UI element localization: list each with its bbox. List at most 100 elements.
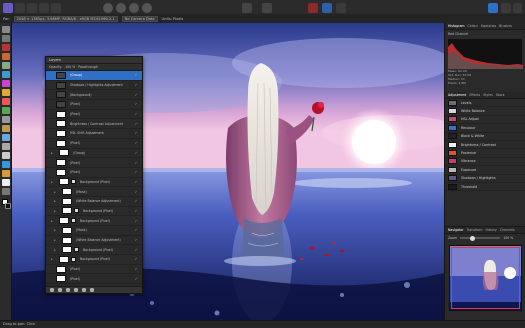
visibility-check-icon[interactable]: ✓ [133,238,139,242]
opacity-value[interactable]: 100 % [65,65,75,69]
tab-colour[interactable]: Colour [468,24,478,28]
adjustment-item[interactable]: Shadows / Highlights [445,175,525,183]
arrange-icon[interactable] [488,3,498,13]
mask-icon[interactable] [308,3,318,13]
layer-row[interactable]: (Background) ✓ [46,90,142,101]
move-tool-icon[interactable] [2,35,10,42]
pen-tool-icon[interactable] [2,143,10,150]
view-mode-icon[interactable] [501,3,511,13]
visibility-check-icon[interactable]: ✓ [133,199,139,203]
layer-row[interactable]: (Pixel) ✓ [46,265,142,275]
secondary-color-swatch[interactable] [5,203,11,209]
selection-brush-icon[interactable] [2,53,10,60]
expand-arrow-icon[interactable]: ▸ [49,151,55,155]
visibility-check-icon[interactable]: ✓ [133,209,139,213]
visibility-check-icon[interactable]: ✓ [133,83,139,87]
live-filter-icon[interactable] [66,288,70,292]
tab-navigator[interactable]: Navigator [448,228,464,232]
app-logo-icon[interactable] [3,3,13,13]
auto-levels-icon[interactable] [103,3,113,13]
flood-select-icon[interactable] [2,62,10,69]
zoom-slider-knob[interactable] [470,235,476,241]
layer-row[interactable]: ▸ Background (Pixel) ✓ [46,216,142,226]
zoom-value[interactable]: 100 % [503,236,513,240]
layer-row[interactable]: (Pixel) ✓ [46,158,142,168]
visibility-check-icon[interactable]: ✓ [133,190,139,194]
visibility-check-icon[interactable]: ✓ [133,267,139,271]
paint-brush-icon[interactable] [2,98,10,105]
expand-arrow-icon[interactable]: ▸ [52,190,58,194]
text-tool-icon[interactable] [2,152,10,159]
adjustment-item[interactable]: Brightness / Contrast [445,141,525,150]
expand-arrow-icon[interactable]: ▸ [52,238,58,242]
visibility-check-icon[interactable]: ✓ [133,151,139,155]
add-pixel-layer-icon[interactable] [82,288,86,292]
dodge-brush-icon[interactable] [2,107,10,114]
tab-stock[interactable]: Stock [496,93,505,97]
visibility-check-icon[interactable]: ✓ [133,170,139,174]
tab-swatches[interactable]: Swatches [481,24,496,28]
persona-photo-icon[interactable] [15,3,25,13]
visibility-check-icon[interactable]: ✓ [133,73,139,77]
layer-row[interactable]: ▸ (Mask) ✓ [46,187,142,197]
tab-brushes[interactable]: Brushes [499,24,512,28]
tab-histogram[interactable]: Histogram [448,24,465,28]
expand-arrow-icon[interactable]: ▸ [49,219,55,223]
tab-channels[interactable]: Channels [500,228,515,232]
expand-arrow-icon[interactable]: ▸ [49,257,55,261]
marquee-tool-icon[interactable] [2,71,10,78]
tab-effects[interactable]: Effects [469,93,480,97]
visibility-check-icon[interactable]: ✓ [133,257,139,261]
persona-liquify-icon[interactable] [27,3,37,13]
layer-row[interactable]: ▸ Background (Pixel) ✓ [46,178,142,188]
visibility-check-icon[interactable]: ✓ [133,180,139,184]
expand-arrow-icon[interactable]: ▸ [52,248,58,252]
view-tool-icon[interactable] [2,26,10,33]
layer-row[interactable]: ▸ Background (Pixel) ✓ [46,255,142,265]
group-layers-icon[interactable] [74,288,78,292]
layer-row[interactable]: (Group) ✓ [46,71,142,81]
tab-history[interactable]: History [485,228,496,232]
visibility-check-icon[interactable]: ✓ [133,161,139,165]
layer-row[interactable]: ▸ Background (Pixel) ✓ [46,207,142,217]
inpainting-brush-icon[interactable] [2,134,10,141]
align-icon[interactable] [262,3,272,13]
expand-arrow-icon[interactable]: ▸ [52,209,58,213]
adjustment-item[interactable]: Exposure [445,166,525,175]
studio-toggle-icon[interactable] [513,3,522,13]
visibility-check-icon[interactable]: ✓ [133,219,139,223]
snapping-icon[interactable] [336,3,346,13]
blemish-tool-icon[interactable] [2,125,10,132]
selection-mode-icon[interactable] [242,3,252,13]
adjustment-item[interactable]: Levels [445,99,525,108]
visibility-check-icon[interactable]: ✓ [133,248,139,252]
adjustment-item[interactable]: Black & White [445,133,525,141]
crop-tool-icon[interactable] [2,44,10,51]
visibility-check-icon[interactable]: ✓ [133,102,139,106]
flood-fill-icon[interactable] [2,80,10,87]
clone-brush-icon[interactable] [2,116,10,123]
expand-arrow-icon[interactable]: ▸ [49,180,55,184]
layer-row[interactable]: (Pixel) ✓ [46,100,142,110]
color-picker-icon[interactable] [2,179,10,186]
adjustment-item[interactable]: Threshold [445,183,525,192]
visibility-check-icon[interactable]: ✓ [133,131,139,135]
mesh-warp-icon[interactable] [2,170,10,177]
visibility-check-icon[interactable]: ✓ [133,112,139,116]
ctx-units[interactable]: Units: Pixels [162,17,184,21]
adjustment-item[interactable]: Vibrance [445,158,525,167]
delete-layer-icon[interactable] [90,288,94,292]
auto-contrast-icon[interactable] [116,3,126,13]
layer-row[interactable]: Shadows / Highlights Adjustment ✓ [46,81,142,91]
tab-styles[interactable]: Styles [483,93,493,97]
adjustment-item[interactable]: Posterise [445,149,525,158]
ctx-document-info[interactable]: 2048 × 1365px, 3.68MP, RGBA/8 - sRGB IEC… [13,15,118,22]
layer-row[interactable]: (Pixel) ✓ [46,110,142,120]
layer-mask-icon[interactable] [50,288,54,292]
layer-row[interactable]: Brightness / Contrast Adjustment ✓ [46,119,142,130]
layers-panel-header[interactable]: Layers [46,57,142,64]
auto-colors-icon[interactable] [129,3,139,13]
adjustment-item[interactable]: White Balance [445,107,525,116]
layer-row[interactable]: (Pixel) ✓ [46,168,142,178]
ctx-camera-data[interactable]: No Camera Data [121,15,158,22]
